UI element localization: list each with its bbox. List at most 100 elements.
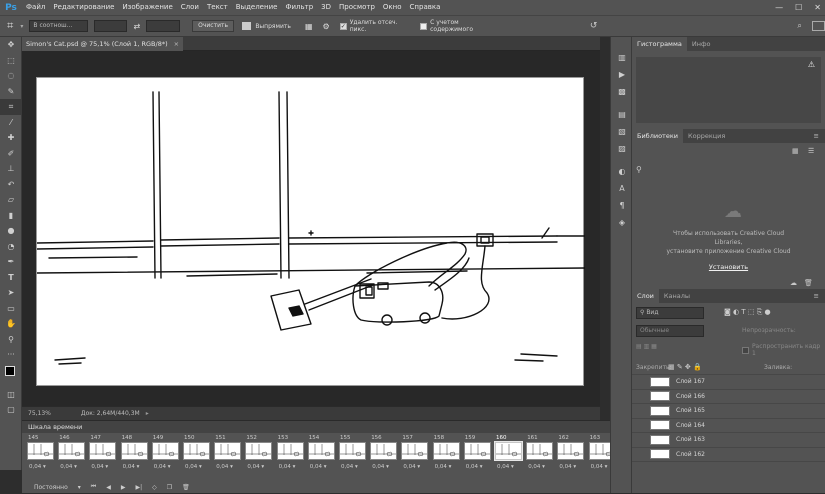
menu-item[interactable]: Просмотр (335, 0, 379, 15)
tab-channels[interactable]: Каналы (659, 289, 695, 303)
history-brush-icon[interactable]: ↶ (0, 177, 22, 193)
marquee-tool-icon[interactable]: ⬚ (0, 53, 22, 69)
blur-tool-icon[interactable]: ● (0, 223, 22, 239)
frame-delay[interactable]: 0,04 ▾ (556, 462, 585, 472)
menu-item[interactable]: Редактирование (49, 0, 118, 15)
foreground-color-swatch[interactable] (5, 365, 15, 376)
delete-cropped-checkbox[interactable]: ✓ Удалить отсеч. пикс. (339, 19, 411, 33)
menu-item[interactable]: 3D (317, 0, 335, 15)
panel-menu-icon[interactable]: ≡ (814, 129, 825, 143)
color-swatches[interactable] (0, 363, 22, 387)
gear-icon[interactable]: ⚙ (323, 22, 330, 31)
timeline-frame[interactable]: 156 0,04 ▾ (369, 434, 398, 480)
status-menu-icon[interactable]: ▸ (146, 410, 149, 417)
tab-layers[interactable]: Слои (632, 289, 659, 303)
frame-delay[interactable]: 0,04 ▾ (276, 462, 305, 472)
eyedropper-tool-icon[interactable]: ⁄ (0, 115, 22, 131)
chevron-down-icon[interactable]: ▾ (78, 484, 81, 491)
unify-icons[interactable]: ▤ ▥ ▦ (636, 343, 657, 350)
frame-delay[interactable]: 0,04 ▾ (213, 462, 242, 472)
hand-tool-icon[interactable]: ✋ (0, 316, 22, 332)
frame-delay[interactable]: 0,04 ▾ (463, 462, 492, 472)
chevron-down-icon[interactable]: ▾ (20, 23, 23, 30)
document-canvas[interactable] (36, 77, 585, 386)
menu-item[interactable]: Текст (203, 0, 232, 15)
timeline-frame[interactable]: 153 0,04 ▾ (276, 434, 305, 480)
frame-delay[interactable]: 0,04 ▾ (26, 462, 55, 472)
grid-view-icon[interactable]: ▦ (792, 147, 799, 155)
swatches-panel-icon[interactable]: ▤ (611, 106, 633, 123)
timeline-frame[interactable]: 155 0,04 ▾ (338, 434, 367, 480)
install-link[interactable]: Установить (632, 263, 825, 271)
menu-item[interactable]: Справка (406, 0, 445, 15)
frame-delay[interactable]: 0,04 ▾ (120, 462, 149, 472)
propagate-checkbox[interactable]: Распространить кадр 1 (742, 343, 825, 357)
lasso-tool-icon[interactable]: ◌ (0, 68, 22, 84)
timeline-frame[interactable]: 150 0,04 ▾ (182, 434, 211, 480)
timeline-frame[interactable]: 146 0,04 ▾ (57, 434, 86, 480)
close-icon[interactable]: × (174, 40, 179, 48)
timeline-frame[interactable]: 159 0,04 ▾ (463, 434, 492, 480)
minimize-button[interactable]: — (775, 0, 783, 15)
brush-panel-icon[interactable]: ▩ (611, 83, 633, 100)
frame-delay[interactable]: 0,04 ▾ (525, 462, 554, 472)
tab-histogram[interactable]: Гистограмма (632, 37, 687, 51)
play-actions-icon[interactable]: ▶ (611, 66, 633, 83)
dodge-tool-icon[interactable]: ◔ (0, 239, 22, 255)
list-view-icon[interactable]: ☰ (808, 147, 814, 155)
frame-delay[interactable]: 0,04 ▾ (494, 462, 523, 472)
healing-tool-icon[interactable]: ✚ (0, 130, 22, 146)
frame-delay[interactable]: 0,04 ▾ (400, 462, 429, 472)
layer-row[interactable]: Слой 164 (632, 419, 825, 433)
layer-row[interactable]: Слой 167 (632, 375, 825, 390)
timeline-frame[interactable]: 148 0,04 ▾ (120, 434, 149, 480)
type-tool-icon[interactable]: T (0, 270, 22, 286)
layer-row[interactable]: Слой 166 (632, 390, 825, 404)
loop-select[interactable]: Постоянно (34, 484, 68, 491)
more-tools-icon[interactable]: ··· (0, 347, 22, 363)
menu-item[interactable]: Слои (177, 0, 203, 15)
width-field[interactable] (93, 20, 128, 32)
play-icon[interactable]: ▶ (121, 484, 126, 491)
3d-panel-icon[interactable]: ◈ (611, 214, 633, 231)
adjustments-panel-icon[interactable]: ◐ (611, 163, 633, 180)
frame-delay[interactable]: 0,04 ▾ (182, 462, 211, 472)
aspect-ratio-select[interactable]: В соотнош... (29, 20, 88, 32)
timeline-frame[interactable]: 161 0,04 ▾ (525, 434, 554, 480)
tab-info[interactable]: Инфо (687, 37, 716, 51)
quick-select-tool-icon[interactable]: ✎ (0, 84, 22, 100)
timeline-frame[interactable]: 154 0,04 ▾ (307, 434, 336, 480)
trash-icon[interactable]: 🗑 (182, 484, 190, 491)
timeline-frame[interactable]: 151 0,04 ▾ (213, 434, 242, 480)
screen-mode-icon[interactable]: ▢ (0, 402, 22, 418)
document-tab[interactable]: Simon's Cat.psd @ 75,1% (Слой 1, RGB/8*)… (22, 37, 184, 51)
styles-panel-icon[interactable]: ▧ (611, 123, 633, 140)
clear-button[interactable]: Очистить (192, 20, 235, 32)
brush-tool-icon[interactable]: ✐ (0, 146, 22, 162)
frame-delay[interactable]: 0,04 ▾ (57, 462, 86, 472)
tab-libraries[interactable]: Библиотеки (632, 129, 683, 143)
crop-tool-icon[interactable]: ⌗ (0, 99, 22, 115)
timeline-frame[interactable]: 158 0,04 ▾ (432, 434, 461, 480)
layer-filter-select[interactable]: ⚲ Вид (636, 307, 704, 319)
timeline-frame[interactable]: 160 0,04 ▾ (494, 434, 523, 480)
layer-row[interactable]: Слой 162 (632, 448, 825, 462)
reset-icon[interactable]: ↺ (590, 21, 598, 31)
filter-icons[interactable]: ◙ ◐ T ⬚ ⎘ ● (724, 308, 771, 317)
trash-icon[interactable]: 🗑 (804, 279, 813, 287)
paragraph-panel-icon[interactable]: ¶ (611, 197, 633, 214)
next-frame-icon[interactable]: ▶| (135, 484, 142, 491)
workspace-icon[interactable] (811, 21, 825, 31)
cloud-sync-icon[interactable]: ☁ (790, 279, 797, 287)
path-select-tool-icon[interactable]: ➤ (0, 285, 22, 301)
grid-overlay-icon[interactable]: ▦ (305, 22, 313, 31)
zoom-tool-icon[interactable]: ⚲ (0, 332, 22, 348)
history-panel-icon[interactable]: ▨ (611, 140, 633, 157)
menu-item[interactable]: Файл (22, 0, 49, 15)
frame-delay[interactable]: 0,04 ▾ (369, 462, 398, 472)
crop-tool-icon[interactable]: ⌗ (0, 19, 20, 33)
maximize-button[interactable]: ☐ (795, 0, 802, 15)
lock-icons[interactable]: ▦ ✎ ✥ 🔒 (668, 363, 702, 371)
search-icon[interactable]: ⌕ (797, 21, 801, 31)
stamp-tool-icon[interactable]: ⊥ (0, 161, 22, 177)
